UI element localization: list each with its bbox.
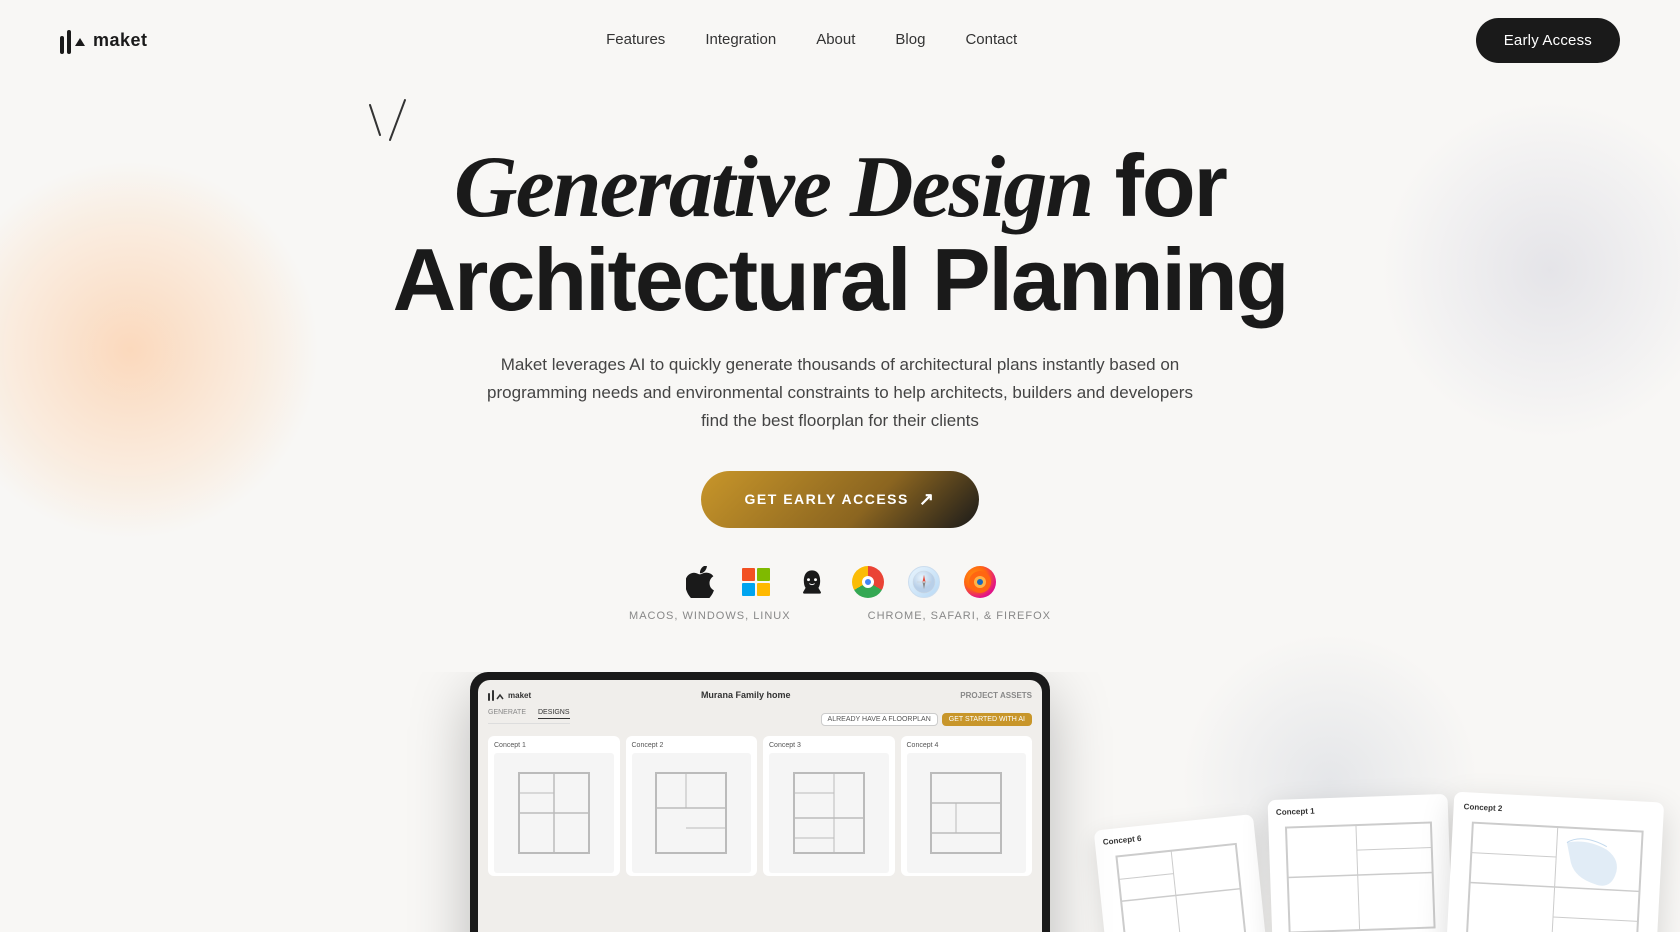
chrome-icon <box>850 564 886 600</box>
logo[interactable]: maket <box>60 26 148 54</box>
platform-icons <box>682 564 998 600</box>
concept-card-4: Concept 4 <box>901 736 1033 876</box>
nav-item-features[interactable]: Features <box>606 31 665 49</box>
concept-label-4: Concept 4 <box>907 742 1027 749</box>
concept-label-3: Concept 3 <box>769 742 889 749</box>
nav-item-about[interactable]: About <box>816 31 855 49</box>
tablet-mockup: maket Murana Family home PROJECT ASSETS … <box>470 672 1050 932</box>
concept-grid: Concept 1 Concept 2 <box>488 736 1032 876</box>
floating-card-2: Concept 1 + Add <box>1268 794 1453 932</box>
concept-card-1: Concept 1 <box>488 736 620 876</box>
mockup-section: maket Murana Family home PROJECT ASSETS … <box>0 672 1680 932</box>
floorplan-3 <box>769 753 889 873</box>
cta-label: GET EARLY ACCESS <box>745 491 909 507</box>
logo-bar-2 <box>67 30 71 54</box>
windows-icon <box>738 564 774 600</box>
platform-section: macOS, WINDOWS, LINUX CHROME, SAFARI, & … <box>629 564 1051 622</box>
get-started-btn[interactable]: GET STARTED WITH AI <box>942 713 1032 726</box>
nav-item-blog[interactable]: Blog <box>895 31 925 49</box>
tablet-logo: maket <box>488 690 531 701</box>
float-label-2: Concept 1 <box>1276 802 1440 817</box>
win-sq-yellow <box>757 583 770 596</box>
concept-card-2: Concept 2 <box>626 736 758 876</box>
win-sq-green <box>757 568 770 581</box>
concept-label-1: Concept 1 <box>494 742 614 749</box>
decorative-lines <box>350 90 430 155</box>
nav-link-contact[interactable]: Contact <box>965 31 1017 48</box>
tablet-screen: maket Murana Family home PROJECT ASSETS … <box>478 680 1042 932</box>
macos-icon <box>682 564 718 600</box>
firefox-icon <box>962 564 998 600</box>
tab-bar-1 <box>488 693 490 701</box>
platform-labels: macOS, WINDOWS, LINUX CHROME, SAFARI, & … <box>629 610 1051 622</box>
tablet-header: maket Murana Family home PROJECT ASSETS <box>488 690 1032 701</box>
hero-cta-button[interactable]: GET EARLY ACCESS ↗ <box>701 471 980 528</box>
floating-card-1: Concept 6 <box>1094 814 1267 932</box>
nav-link-about[interactable]: About <box>816 31 855 48</box>
tab-bar-2 <box>492 690 494 701</box>
tablet-screen-inner: maket Murana Family home PROJECT ASSETS … <box>478 680 1042 886</box>
tab-designs[interactable]: DESIGNS <box>538 709 570 719</box>
safari-icon <box>906 564 942 600</box>
tablet-tabs: GENERATE DESIGNS <box>488 709 570 724</box>
logo-chevron <box>75 38 85 46</box>
tab-generate[interactable]: GENERATE <box>488 709 526 719</box>
chrome-center <box>862 576 874 588</box>
nav-link-integration[interactable]: Integration <box>705 31 776 48</box>
hero-section: Generative Design for Architectural Plan… <box>0 80 1680 622</box>
navbar: maket Features Integration About Blog Co… <box>0 0 1680 80</box>
tablet-project-title: Murana Family home <box>701 690 791 700</box>
linux-icon <box>794 564 830 600</box>
hero-title-line2: Architectural Planning <box>393 230 1288 329</box>
floorplan-2 <box>632 753 752 873</box>
nav-link-blog[interactable]: Blog <box>895 31 925 48</box>
logo-bar-1 <box>60 36 64 54</box>
hero-subtitle: Maket leverages AI to quickly generate t… <box>480 351 1200 435</box>
hero-title: Generative Design for Architectural Plan… <box>393 140 1288 327</box>
os-labels: macOS, WINDOWS, LINUX <box>629 610 791 622</box>
nav-links: Features Integration About Blog Contact <box>606 31 1017 49</box>
logo-icon <box>60 26 85 54</box>
concept-label-2: Concept 2 <box>632 742 752 749</box>
logo-text: maket <box>93 30 148 51</box>
tab-chevron <box>496 693 504 701</box>
hero-title-italic: Generative Design <box>454 139 1092 236</box>
tablet-btn-group: ALREADY HAVE A FLOORPLAN GET STARTED WIT… <box>821 713 1032 726</box>
nav-link-features[interactable]: Features <box>606 31 665 48</box>
floorplan-4 <box>907 753 1027 873</box>
hero-title-for: for <box>1092 136 1226 235</box>
already-have-btn[interactable]: ALREADY HAVE A FLOORPLAN <box>821 713 938 726</box>
floating-card-3: Concept 2 + Add <box>1446 792 1664 932</box>
floorplan-1 <box>494 753 614 873</box>
cta-arrow-icon: ↗ <box>919 489 936 510</box>
nav-item-contact[interactable]: Contact <box>965 31 1017 49</box>
nav-item-integration[interactable]: Integration <box>705 31 776 49</box>
win-sq-blue <box>742 583 755 596</box>
nav-early-access-button[interactable]: Early Access <box>1476 18 1620 63</box>
win-sq-red <box>742 568 755 581</box>
tablet-project-assets: PROJECT ASSETS <box>960 691 1032 700</box>
tablet-logo-bars <box>488 690 504 701</box>
browser-labels: CHROME, SAFARI, & FIREFOX <box>868 610 1051 622</box>
tablet-logo-text: maket <box>508 691 531 700</box>
concept-card-3: Concept 3 <box>763 736 895 876</box>
